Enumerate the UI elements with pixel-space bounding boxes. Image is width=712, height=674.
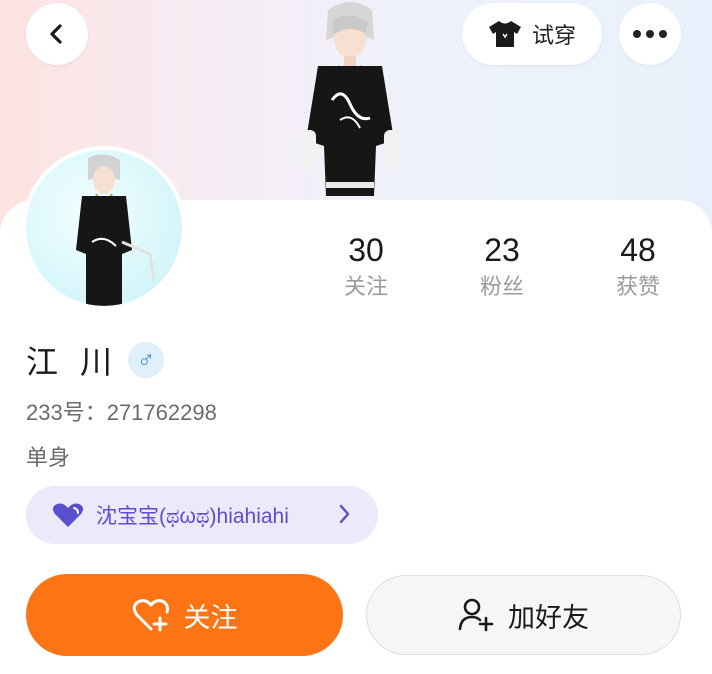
stat-value: 23 (484, 232, 520, 268)
stat-value: 48 (620, 232, 656, 268)
stat-following[interactable]: 30 关注 (311, 230, 421, 302)
follow-button[interactable]: 关注 (26, 574, 343, 656)
avatar-image (76, 154, 156, 306)
try-on-label: 试穿 (531, 23, 576, 48)
name-row: 江川 ♂ (26, 338, 165, 382)
more-icon (633, 30, 667, 38)
avatar-figure (300, 2, 400, 196)
gender-male-icon: ♂ (128, 342, 165, 378)
user-id[interactable]: 233号：271762298 (26, 395, 217, 427)
stat-value: 30 (348, 232, 384, 268)
stat-label: 粉丝 (479, 274, 524, 299)
partner-pill[interactable]: 沈宝宝(ಥωಥ)hiahiahi (26, 486, 378, 544)
add-friend-label: 加好友 (508, 602, 589, 633)
avatar[interactable] (26, 150, 182, 306)
chevron-right-icon (339, 504, 350, 524)
more-button[interactable] (619, 3, 681, 65)
stat-label: 获赞 (615, 274, 660, 299)
back-button[interactable] (26, 3, 88, 65)
follow-label: 关注 (183, 602, 238, 633)
stat-label: 关注 (343, 274, 388, 299)
partner-name: 沈宝宝(ಥωಥ)hiahiahi (96, 505, 289, 528)
back-icon (50, 24, 62, 44)
tshirt-icon (488, 21, 521, 47)
try-on-button[interactable]: 试穿 (462, 3, 602, 65)
heart-plus-icon (132, 599, 169, 632)
add-friend-button[interactable]: 加好友 (366, 575, 681, 655)
relationship-status: 单身 (26, 445, 71, 470)
heart-icon (52, 503, 84, 527)
stat-fans[interactable]: 23 粉丝 (447, 230, 557, 302)
stat-likes[interactable]: 48 获赞 (583, 230, 693, 302)
add-user-icon (458, 598, 494, 632)
profile-name: 江川 (26, 344, 135, 380)
